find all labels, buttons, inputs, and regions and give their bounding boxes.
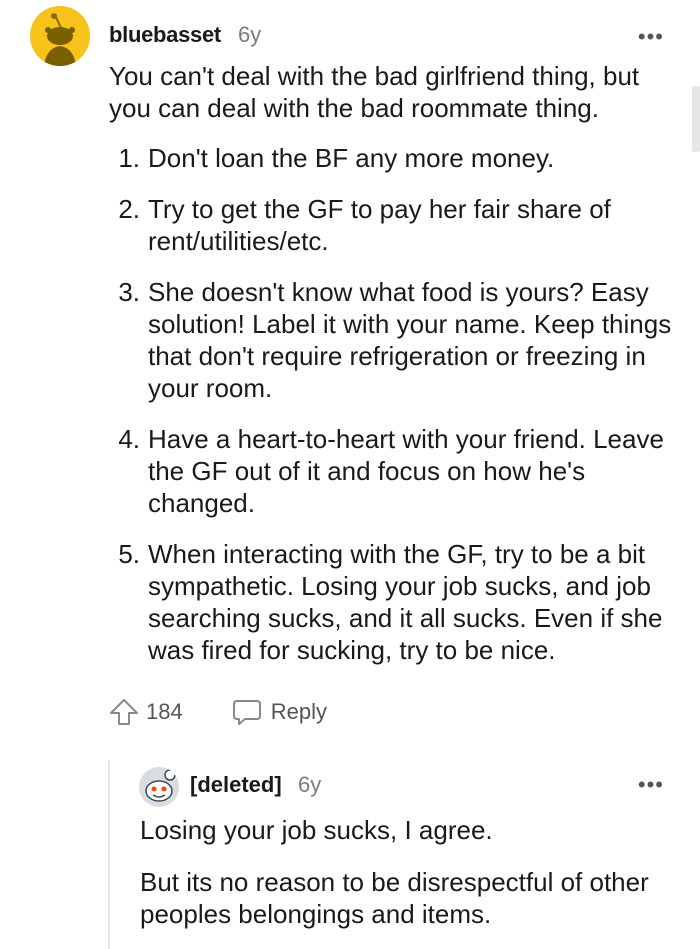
reply-paragraph: But its no reason to be disrespectful of… xyxy=(140,867,649,929)
list-number: 2. xyxy=(118,194,140,224)
upvote-arrow-icon xyxy=(110,699,138,725)
comment-username[interactable]: bluebasset xyxy=(109,22,221,48)
list-number: 3. xyxy=(118,277,140,307)
deleted-avatar xyxy=(139,767,179,807)
list-text: She doesn't know what food is yours? Eas… xyxy=(148,277,672,403)
vote-count: 184 xyxy=(146,699,183,724)
more-options-icon[interactable]: ••• xyxy=(638,772,664,798)
list-item: 2. Try to get the GF to pay her fair sha… xyxy=(109,193,679,257)
list-text: Have a heart-to-heart with your friend. … xyxy=(148,424,664,518)
comment-age: 6y xyxy=(238,22,262,47)
reply-age: 6y xyxy=(298,772,322,797)
list-item: 1. Don't loan the BF any more money. xyxy=(109,142,679,174)
reply-paragraph: Losing your job sucks, I agree. xyxy=(140,815,493,845)
comment-list: 1. Don't loan the BF any more money. 2. … xyxy=(109,142,679,685)
avatar[interactable] xyxy=(30,6,90,66)
list-item: 4. Have a heart-to-heart with your frien… xyxy=(109,423,679,519)
list-number: 4. xyxy=(118,424,140,454)
reply-button[interactable]: Reply xyxy=(231,696,327,728)
list-text: When interacting with the GF, try to be … xyxy=(148,539,663,665)
snoo-avatar-icon xyxy=(30,6,90,66)
list-text: Try to get the GF to pay her fair share … xyxy=(148,194,611,256)
scrollbar[interactable] xyxy=(692,86,700,152)
comment-body: You can't deal with the bad girlfriend t… xyxy=(109,61,640,123)
reply-label: Reply xyxy=(270,699,327,724)
comment-actions: 184 Reply xyxy=(108,696,327,728)
reply-username: [deleted] xyxy=(190,772,282,797)
list-number: 5. xyxy=(118,539,140,569)
list-item: 5. When interacting with the GF, try to … xyxy=(109,538,679,666)
upvote-button[interactable]: 184 xyxy=(108,696,183,728)
snoo-avatar-icon xyxy=(139,767,179,807)
comment-bubble-icon xyxy=(232,700,261,725)
more-options-icon[interactable]: ••• xyxy=(638,24,664,50)
list-item: 3. She doesn't know what food is yours? … xyxy=(109,276,679,404)
list-number: 1. xyxy=(118,143,140,173)
list-text: Don't loan the BF any more money. xyxy=(148,143,555,173)
thread-line[interactable] xyxy=(108,760,110,949)
